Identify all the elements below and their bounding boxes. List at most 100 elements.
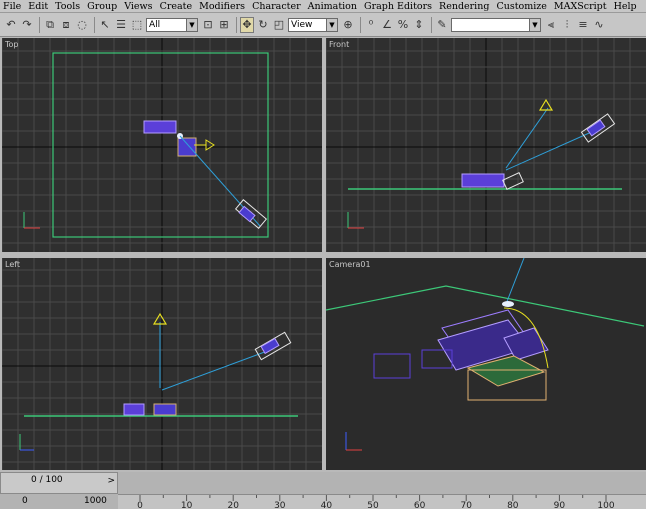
- chevron-right-icon[interactable]: >: [107, 476, 115, 486]
- ground-horizon: [326, 285, 645, 327]
- chair-object[interactable]: [502, 172, 524, 190]
- sofa-object[interactable]: [123, 403, 145, 416]
- track-tick-label: 30: [274, 501, 286, 509]
- toolbar-divider: [39, 16, 40, 33]
- viewport-label-left[interactable]: Left: [5, 260, 20, 269]
- viewport-camera[interactable]: Camera01: [326, 258, 646, 470]
- viewport-left[interactable]: Left: [2, 258, 322, 470]
- frame-readout: 0 1000: [0, 494, 118, 509]
- axis-tripod: [19, 434, 34, 451]
- track-ruler: 0 10 20 30 40 50 60 70 80 90 100: [137, 495, 615, 509]
- curve-editor-icon[interactable]: ∿: [592, 17, 606, 33]
- spinner-snap-icon[interactable]: ⇕: [412, 17, 426, 33]
- reference-coordinate-dropdown[interactable]: View ▼: [288, 17, 338, 32]
- select-and-link-icon[interactable]: ⊡: [201, 17, 215, 33]
- viewport-label-front[interactable]: Front: [329, 40, 349, 49]
- undo-icon[interactable]: ↶: [4, 17, 18, 33]
- select-object-icon[interactable]: ↖: [98, 17, 112, 33]
- axis-tripod: [347, 212, 364, 229]
- percent-snap-icon[interactable]: %: [396, 17, 410, 33]
- menu-maxscript[interactable]: MAXScript: [554, 1, 607, 12]
- edit-named-selection-icon[interactable]: ✎: [435, 17, 449, 33]
- chair-object[interactable]: [177, 137, 197, 157]
- light-line: [505, 107, 549, 169]
- time-slider[interactable]: 0 / 100 >: [0, 472, 118, 494]
- menu-file[interactable]: File: [3, 1, 21, 12]
- angle-snap-icon[interactable]: ∠: [380, 17, 394, 33]
- unlink-icon[interactable]: ⧈: [59, 17, 73, 33]
- track-tick-label: 20: [227, 501, 239, 509]
- menu-tools[interactable]: Tools: [55, 1, 80, 12]
- window-crossing-icon[interactable]: ⊞: [217, 17, 231, 33]
- track-bar[interactable]: 0 10 20 30 40 50 60 70 80 90 100: [118, 494, 646, 509]
- camera-object[interactable]: [234, 199, 268, 229]
- chevron-down-icon: ▼: [186, 18, 197, 31]
- reference-coordinate-value: View: [291, 19, 313, 30]
- track-tick-label: 80: [507, 501, 519, 509]
- select-by-name-icon[interactable]: ☰: [114, 17, 128, 33]
- viewport-label-camera[interactable]: Camera01: [329, 260, 371, 269]
- viewport-front[interactable]: Front: [326, 38, 646, 252]
- rect-selection-icon[interactable]: ⬚: [130, 17, 144, 33]
- main-toolbar: ↶ ↷ ⧉ ⧈ ◌ ↖ ☰ ⬚ All ▼ ⊡ ⊞ ✥ ↻ ◰ View ▼ ⊕…: [0, 13, 646, 37]
- light-icon[interactable]: [194, 139, 215, 151]
- track-tick-label: 40: [321, 501, 333, 509]
- select-and-scale-icon[interactable]: ◰: [272, 17, 286, 33]
- selection-filter-value: All: [149, 19, 161, 30]
- chevron-down-icon: ▼: [326, 18, 337, 31]
- menu-animation[interactable]: Animation: [308, 1, 357, 12]
- link-icon[interactable]: ⧉: [43, 17, 57, 33]
- viewport-label-top[interactable]: Top: [5, 40, 19, 49]
- align-icon[interactable]: ⫶: [560, 17, 574, 33]
- time-bar: 0 / 100 > 0 1000 0 10 20 30 40 50 60 70 80 90 100: [0, 472, 646, 509]
- axis-tripod: [345, 432, 362, 451]
- select-and-rotate-icon[interactable]: ↻: [256, 17, 270, 33]
- sofa-object[interactable]: [143, 120, 177, 134]
- chevron-down-icon: ▼: [529, 18, 540, 31]
- camera-object[interactable]: [254, 331, 292, 361]
- selection-filter-dropdown[interactable]: All ▼: [146, 17, 198, 32]
- menu-customize[interactable]: Customize: [496, 1, 546, 12]
- menu-help[interactable]: Help: [614, 1, 637, 12]
- toolbar-divider: [94, 16, 95, 33]
- track-tick-label: 50: [367, 501, 379, 509]
- viewport-top[interactable]: Top: [2, 38, 322, 252]
- left-view-canvas: [2, 258, 322, 470]
- snap-toggle-icon[interactable]: ⁰: [364, 17, 378, 33]
- menu-group[interactable]: Group: [87, 1, 117, 12]
- track-tick-label: 10: [181, 501, 193, 509]
- frame-prefix: 0: [22, 496, 28, 506]
- menu-create[interactable]: Create: [160, 1, 193, 12]
- menu-character[interactable]: Character: [252, 1, 301, 12]
- named-selection-dropdown[interactable]: ▼: [451, 17, 541, 32]
- sofa-object[interactable]: [461, 173, 505, 188]
- toolbar-divider: [360, 16, 361, 33]
- toolbar-divider: [431, 16, 432, 33]
- grid: [2, 38, 322, 252]
- track-tick-label: 60: [414, 501, 426, 509]
- camera-target-line: [505, 258, 525, 305]
- track-tick-label: 90: [554, 501, 566, 509]
- menu-views[interactable]: Views: [124, 1, 152, 12]
- toolbar-divider: [236, 16, 237, 33]
- menu-graph-editors[interactable]: Graph Editors: [364, 1, 432, 12]
- select-and-move-icon[interactable]: ✥: [240, 16, 254, 33]
- ghost-furniture: [373, 349, 453, 379]
- track-tick-label: 100: [597, 501, 614, 509]
- track-tick-label: 70: [460, 501, 472, 509]
- mirror-icon[interactable]: ⫷: [544, 17, 558, 33]
- menu-edit[interactable]: Edit: [28, 1, 48, 12]
- menu-rendering[interactable]: Rendering: [439, 1, 489, 12]
- redo-icon[interactable]: ↷: [20, 17, 34, 33]
- pivot-center-icon[interactable]: ⊕: [341, 17, 355, 33]
- top-view-canvas: [2, 38, 322, 252]
- axis-tripod: [23, 212, 40, 229]
- layer-manager-icon[interactable]: ≡: [576, 17, 590, 33]
- time-slider-value: 0 / 100: [31, 475, 63, 485]
- chair-object[interactable]: [153, 403, 177, 416]
- menu-modifiers[interactable]: Modifiers: [199, 1, 245, 12]
- camera-view-canvas: [326, 258, 645, 451]
- bind-space-warp-icon[interactable]: ◌: [75, 17, 89, 33]
- grid: [326, 38, 646, 252]
- frame-value: 1000: [84, 496, 107, 506]
